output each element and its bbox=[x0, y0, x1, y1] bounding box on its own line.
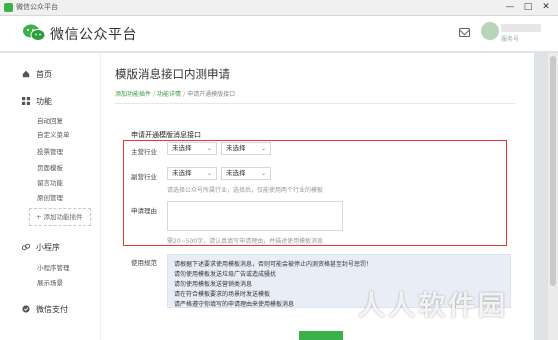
section-title: 申请开通模版消息接口 bbox=[131, 131, 201, 139]
sidebar-item-label: 首页 bbox=[36, 70, 52, 79]
sidebar-item-vote[interactable]: 投票管理 bbox=[37, 146, 63, 156]
sidebar-item-mini-manage[interactable]: 小程序管理 bbox=[37, 262, 70, 272]
chevron-down-icon: ⌄ bbox=[206, 170, 212, 177]
select-value: 未选择 bbox=[226, 144, 246, 152]
grid-icon bbox=[22, 97, 30, 105]
reason-textarea[interactable] bbox=[167, 201, 343, 231]
chevron-down-icon: ⌄ bbox=[206, 145, 212, 152]
chevron-down-icon: ⌄ bbox=[260, 170, 266, 177]
sidebar-section-label: 小程序 bbox=[36, 243, 60, 252]
window-title: 微信公众平台 bbox=[16, 3, 58, 11]
watermark: 人人软件园 bbox=[358, 291, 508, 322]
top-header: 微信公众平台 服务号 bbox=[0, 16, 558, 52]
window-titlebar: 微信公众平台 — □ ✕ bbox=[0, 0, 558, 16]
sidebar-section-mini-program[interactable]: 小程序 bbox=[22, 242, 60, 253]
breadcrumb-separator: / bbox=[153, 91, 156, 98]
reason-label: 申请理由 bbox=[131, 207, 157, 215]
chevron-down-icon: ⌄ bbox=[260, 145, 266, 152]
wechat-logo-icon[interactable] bbox=[22, 23, 46, 43]
pay-icon bbox=[22, 305, 30, 313]
primary-industry-select-1[interactable]: 未选择 ⌄ bbox=[167, 142, 217, 155]
notice-line: 请严格遵守你填写的申请理由来使用模板消息 bbox=[174, 301, 295, 308]
notice-label: 使用规范 bbox=[131, 259, 157, 267]
notice-line: 请勿使用模板发送垃圾广告或造成骚扰 bbox=[174, 271, 277, 278]
close-button[interactable]: ✕ bbox=[537, 1, 555, 14]
sidebar-item-home[interactable]: 首页 bbox=[22, 69, 52, 80]
sidebar-item-comments[interactable]: 留言功能 bbox=[37, 177, 63, 187]
breadcrumb-separator: / bbox=[183, 91, 186, 98]
page-title: 模版消息接口内测申请 bbox=[115, 67, 230, 81]
title-divider bbox=[115, 103, 515, 104]
scrollbar-thumb[interactable] bbox=[550, 56, 556, 286]
secondary-industry-select-1[interactable]: 未选择 ⌄ bbox=[167, 167, 217, 180]
sidebar-section-label: 功能 bbox=[36, 97, 52, 106]
account-type: 服务号 bbox=[501, 36, 520, 43]
home-icon bbox=[22, 70, 30, 78]
breadcrumb-add-plugin[interactable]: 添加功能插件 bbox=[115, 91, 151, 98]
sidebar-item-original[interactable]: 原创管理 bbox=[37, 192, 63, 202]
minimize-button[interactable]: — bbox=[501, 1, 519, 14]
sidebar-item-page-template[interactable]: 页面模板 bbox=[37, 162, 63, 172]
secondary-industry-select-2[interactable]: 未选择 ⌄ bbox=[221, 167, 271, 180]
account-name-redacted[interactable] bbox=[501, 24, 541, 32]
sidebar-section-wechat-pay[interactable]: 微信支付 bbox=[22, 304, 68, 315]
breadcrumb-current: 申请开通模版接口 bbox=[187, 91, 236, 98]
select-value: 未选择 bbox=[172, 144, 192, 152]
avatar[interactable] bbox=[481, 22, 499, 40]
select-value: 未选择 bbox=[226, 169, 246, 177]
breadcrumb: 添加功能插件 / 功能详情 / 申请开通模版接口 bbox=[115, 89, 235, 98]
industry-hint: 请选择公众号所属行业，选择后，仅能使用两个行业的模板 bbox=[167, 187, 324, 194]
notice-line: 请根据下述要求使用模板消息，否则可能会被停止内测资格甚至封号惩罚！ bbox=[174, 261, 373, 268]
add-function-plugin-button[interactable]: + 添加功能插件 bbox=[29, 208, 91, 226]
mini-program-icon bbox=[22, 243, 30, 251]
sidebar: 首页 功能 自动回复 自定义菜单 投票管理 页面模板 留言功能 原创管理 + 添… bbox=[0, 53, 100, 340]
sidebar-section-function[interactable]: 功能 bbox=[22, 96, 52, 107]
sidebar-item-scenes[interactable]: 展示场景 bbox=[37, 277, 63, 287]
sidebar-item-custom-menu[interactable]: 自定义菜单 bbox=[37, 129, 70, 139]
primary-industry-select-2[interactable]: 未选择 ⌄ bbox=[221, 142, 271, 155]
notice-line: 请在符合模板要求的场景时发送模板 bbox=[174, 291, 271, 298]
breadcrumb-function-detail[interactable]: 功能详情 bbox=[157, 91, 181, 98]
brand-title[interactable]: 微信公众平台 bbox=[50, 24, 137, 44]
sidebar-item-auto-reply[interactable]: 自动回复 bbox=[37, 115, 63, 125]
primary-industry-label: 主营行业 bbox=[131, 148, 157, 156]
secondary-industry-label: 副营行业 bbox=[131, 173, 157, 181]
select-value: 未选择 bbox=[172, 169, 192, 177]
mail-icon[interactable] bbox=[459, 28, 470, 37]
maximize-button[interactable]: □ bbox=[519, 1, 537, 14]
submit-button[interactable] bbox=[299, 331, 343, 340]
sidebar-section-label: 微信支付 bbox=[36, 305, 68, 314]
reason-hint: 需20~500字，请认真填写申请理由，并描述使用模板消息 bbox=[167, 238, 324, 245]
notice-line: 请勿使用模板发送营销类消息 bbox=[174, 281, 253, 288]
app-icon bbox=[4, 3, 13, 12]
